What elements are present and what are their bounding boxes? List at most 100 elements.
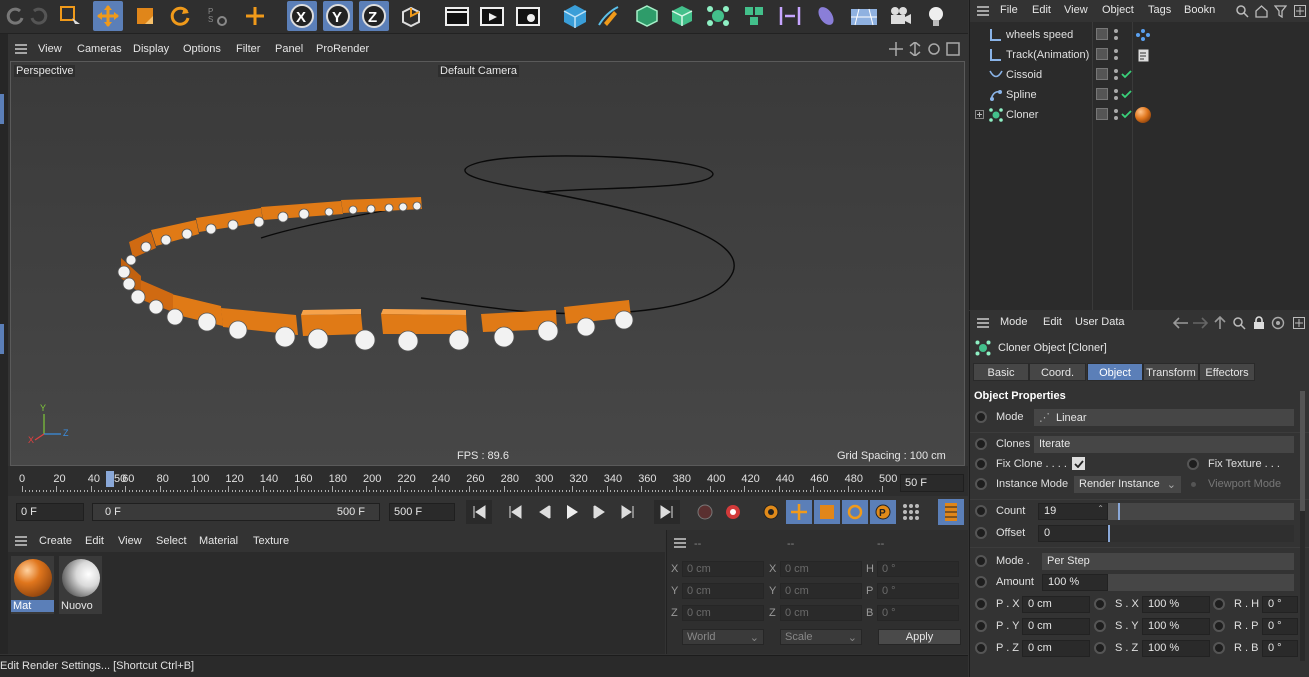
- mat-menu-edit[interactable]: Edit: [85, 535, 104, 547]
- up-arrow-icon[interactable]: [1212, 314, 1228, 332]
- count-field[interactable]: 19 ⌃: [1038, 503, 1108, 520]
- animate-pz-radio[interactable]: [975, 642, 987, 654]
- mat-menu-view[interactable]: View: [118, 535, 142, 547]
- key-position-icon[interactable]: [786, 500, 812, 524]
- mograph-cloner-icon[interactable]: [703, 1, 733, 31]
- coord-pos-x[interactable]: 0 cm: [682, 561, 764, 577]
- menu-filter[interactable]: Filter: [236, 43, 260, 55]
- scrollbar-thumb[interactable]: [1300, 391, 1305, 511]
- mode-dropdown[interactable]: ⋰ Linear: [1034, 409, 1294, 426]
- obj-menu-edit[interactable]: Edit: [1032, 4, 1051, 16]
- render-view-icon[interactable]: [442, 1, 472, 31]
- animate-offset-radio[interactable]: [975, 527, 987, 539]
- object-row-cloner[interactable]: Cloner: [970, 105, 1309, 125]
- animate-count-radio[interactable]: [975, 505, 987, 517]
- forward-arrow-icon[interactable]: [1191, 314, 1209, 332]
- y-axis-lock-icon[interactable]: Y: [323, 1, 353, 31]
- animate-rp-radio[interactable]: [1213, 620, 1225, 632]
- environment-icon[interactable]: [849, 1, 879, 31]
- dolly-view-icon[interactable]: [907, 41, 923, 57]
- rp-field[interactable]: 0 °: [1262, 618, 1298, 635]
- fix-clone-checkbox[interactable]: [1072, 457, 1085, 470]
- next-frame-icon[interactable]: [587, 500, 613, 524]
- sz-field[interactable]: 100 %: [1142, 640, 1210, 657]
- x-axis-lock-icon[interactable]: X: [287, 1, 317, 31]
- animate-rh-radio[interactable]: [1213, 598, 1225, 610]
- menu-view[interactable]: View: [38, 43, 62, 55]
- end-frame-field[interactable]: 50 F: [900, 474, 964, 492]
- hamburger-icon[interactable]: [673, 536, 687, 550]
- pen-spline-icon[interactable]: [594, 1, 624, 31]
- visibility-dots-icon[interactable]: [1112, 87, 1120, 103]
- subdivision-surface-icon[interactable]: [632, 1, 662, 31]
- rh-field[interactable]: 0 °: [1262, 596, 1298, 613]
- offset-field[interactable]: 0: [1038, 525, 1108, 542]
- visibility-dots-icon[interactable]: [1112, 47, 1120, 63]
- cube-icon[interactable]: [560, 1, 590, 31]
- render-to-picture-viewer-icon[interactable]: [477, 1, 507, 31]
- obj-menu-view[interactable]: View: [1064, 4, 1088, 16]
- live-select-icon[interactable]: [55, 1, 85, 31]
- animate-sy-radio[interactable]: [1094, 620, 1106, 632]
- extrude-icon[interactable]: [667, 1, 697, 31]
- script-tag-icon[interactable]: [1136, 48, 1150, 62]
- step-mode-dropdown[interactable]: Per Step: [1042, 553, 1294, 570]
- layer-toggle-icon[interactable]: [1096, 88, 1108, 100]
- sx-field[interactable]: 100 %: [1142, 596, 1210, 613]
- redo-icon[interactable]: [24, 1, 54, 31]
- filter-icon[interactable]: [1272, 3, 1288, 19]
- attr-menu-edit[interactable]: Edit: [1043, 316, 1062, 328]
- obj-menu-object[interactable]: Object: [1102, 4, 1134, 16]
- mat-menu-create[interactable]: Create: [39, 535, 72, 547]
- obj-menu-file[interactable]: File: [1000, 4, 1018, 16]
- pz-field[interactable]: 0 cm: [1022, 640, 1090, 657]
- keyframe-selection-icon[interactable]: [758, 500, 784, 524]
- coord-size-x[interactable]: 0 cm: [780, 561, 862, 577]
- attr-menu-mode[interactable]: Mode: [1000, 316, 1028, 328]
- layer-toggle-icon[interactable]: [1096, 48, 1108, 60]
- material-swatch-nuovo[interactable]: Nuovo: [59, 556, 102, 614]
- autokey-icon[interactable]: [720, 500, 746, 524]
- time-cursor[interactable]: [106, 471, 114, 487]
- coord-pos-y[interactable]: 0 cm: [682, 583, 764, 599]
- attr-menu-user-data[interactable]: User Data: [1075, 316, 1125, 328]
- camera-icon[interactable]: [885, 1, 915, 31]
- add-panel-icon[interactable]: [1292, 3, 1308, 19]
- rotate-tool-icon[interactable]: [165, 1, 195, 31]
- count-slider[interactable]: [1108, 503, 1294, 520]
- material-swatch-mat[interactable]: Mat: [11, 556, 54, 614]
- animate-mode-radio[interactable]: [975, 411, 987, 423]
- back-arrow-icon[interactable]: [1172, 314, 1190, 332]
- pan-view-icon[interactable]: [888, 41, 904, 57]
- coord-system-select[interactable]: World ⌄: [682, 629, 764, 645]
- coord-pos-z[interactable]: 0 cm: [682, 605, 764, 621]
- coord-size-z[interactable]: 0 cm: [780, 605, 862, 621]
- enabled-check-icon[interactable]: [1120, 88, 1132, 100]
- mograph-array-icon[interactable]: [739, 1, 769, 31]
- size-mode-select[interactable]: Scale ⌄: [780, 629, 862, 645]
- target-icon[interactable]: [1270, 314, 1286, 332]
- home-icon[interactable]: [1253, 3, 1269, 19]
- light-icon[interactable]: [921, 1, 951, 31]
- object-row-cissoid[interactable]: Cissoid: [970, 65, 1309, 85]
- count-slider-handle[interactable]: [1117, 503, 1120, 520]
- go-to-start-icon[interactable]: [466, 500, 492, 524]
- hamburger-icon[interactable]: [14, 42, 28, 56]
- next-key-icon[interactable]: [615, 500, 641, 524]
- layer-toggle-icon[interactable]: [1096, 68, 1108, 80]
- animate-fix-clone-radio[interactable]: [975, 458, 987, 470]
- visibility-dots-icon[interactable]: [1112, 67, 1120, 83]
- key-scale-icon[interactable]: [814, 500, 840, 524]
- menu-display[interactable]: Display: [133, 43, 169, 55]
- menu-panel[interactable]: Panel: [275, 43, 303, 55]
- animate-rb-radio[interactable]: [1213, 642, 1225, 654]
- key-rotation-icon[interactable]: [842, 500, 868, 524]
- psr-tool-icon[interactable]: PS: [202, 1, 232, 31]
- search-icon[interactable]: [1234, 3, 1250, 19]
- z-axis-lock-icon[interactable]: Z: [359, 1, 389, 31]
- play-icon[interactable]: [559, 500, 585, 524]
- key-pla-icon[interactable]: [898, 500, 924, 524]
- animate-amount-radio[interactable]: [975, 576, 987, 588]
- apply-button[interactable]: Apply: [878, 629, 961, 645]
- prev-key-icon[interactable]: [502, 500, 528, 524]
